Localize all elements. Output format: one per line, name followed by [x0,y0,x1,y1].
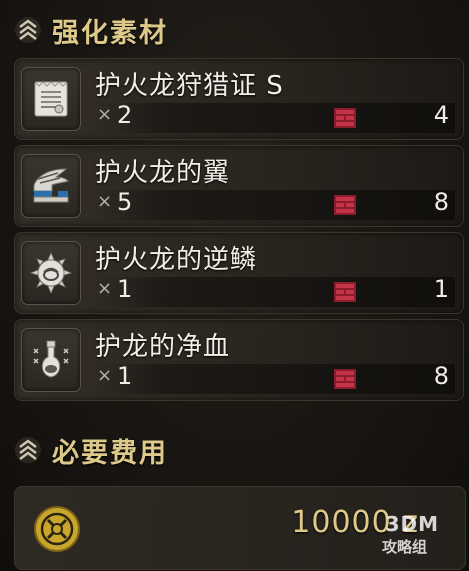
multiply-symbol: × [97,278,113,299]
wing-icon [21,154,81,218]
material-quantity-line: × 2 4 [95,101,455,133]
materials-header: 强化素材 [14,10,168,50]
cost-title: 必要费用 [52,437,168,469]
material-row[interactable]: 护火龙的逆鳞 × 1 1 [14,232,464,314]
multiply-symbol: × [97,365,113,386]
materials-title: 强化素材 [52,17,168,49]
material-name: 护龙的净血 [95,332,231,362]
multiply-symbol: × [97,191,113,212]
owned-quantity: 8 [433,362,449,390]
multiply-symbol: × [97,104,113,125]
owned-quantity: 8 [433,188,449,216]
owned-quantity: 4 [433,101,449,129]
material-name: 护火龙的逆鳞 [95,245,258,275]
material-name: 护火龙的翼 [95,158,231,188]
blood-flask-icon [21,328,81,392]
watermark-brand: 3DM [385,512,439,536]
diamond-chevron-icon [14,436,42,464]
material-row[interactable]: 护火龙的翼 × 5 8 [14,145,464,227]
item-box-icon [333,194,357,216]
material-row[interactable]: 护龙的净血 × 1 8 [14,319,464,401]
material-quantity-line: × 5 8 [95,188,455,220]
required-quantity: 2 [117,101,133,129]
item-box-icon [333,281,357,303]
ticket-scroll-icon [21,67,81,131]
material-row[interactable]: 护火龙狩猎证 S × 2 4 [14,58,464,140]
material-name: 护火龙狩猎证 S [95,71,284,101]
required-quantity: 1 [117,362,133,390]
item-box-icon [333,368,357,390]
watermark-sub: 攻略组 [381,538,427,556]
cost-header: 必要费用 [14,430,168,470]
materials-list: 护火龙狩猎证 S × 2 4 护火龙的翼 × 5 8 护火龙的逆鳞 × 1 1 … [14,58,464,406]
required-quantity: 1 [117,275,133,303]
owned-quantity: 1 [433,275,449,303]
diamond-chevron-icon [14,16,42,44]
item-box-icon [333,107,357,129]
material-quantity-line: × 1 8 [95,362,455,394]
gem-scale-icon [21,241,81,305]
material-quantity-line: × 1 1 [95,275,455,307]
zenny-coin-icon [33,505,81,553]
required-quantity: 5 [117,188,133,216]
